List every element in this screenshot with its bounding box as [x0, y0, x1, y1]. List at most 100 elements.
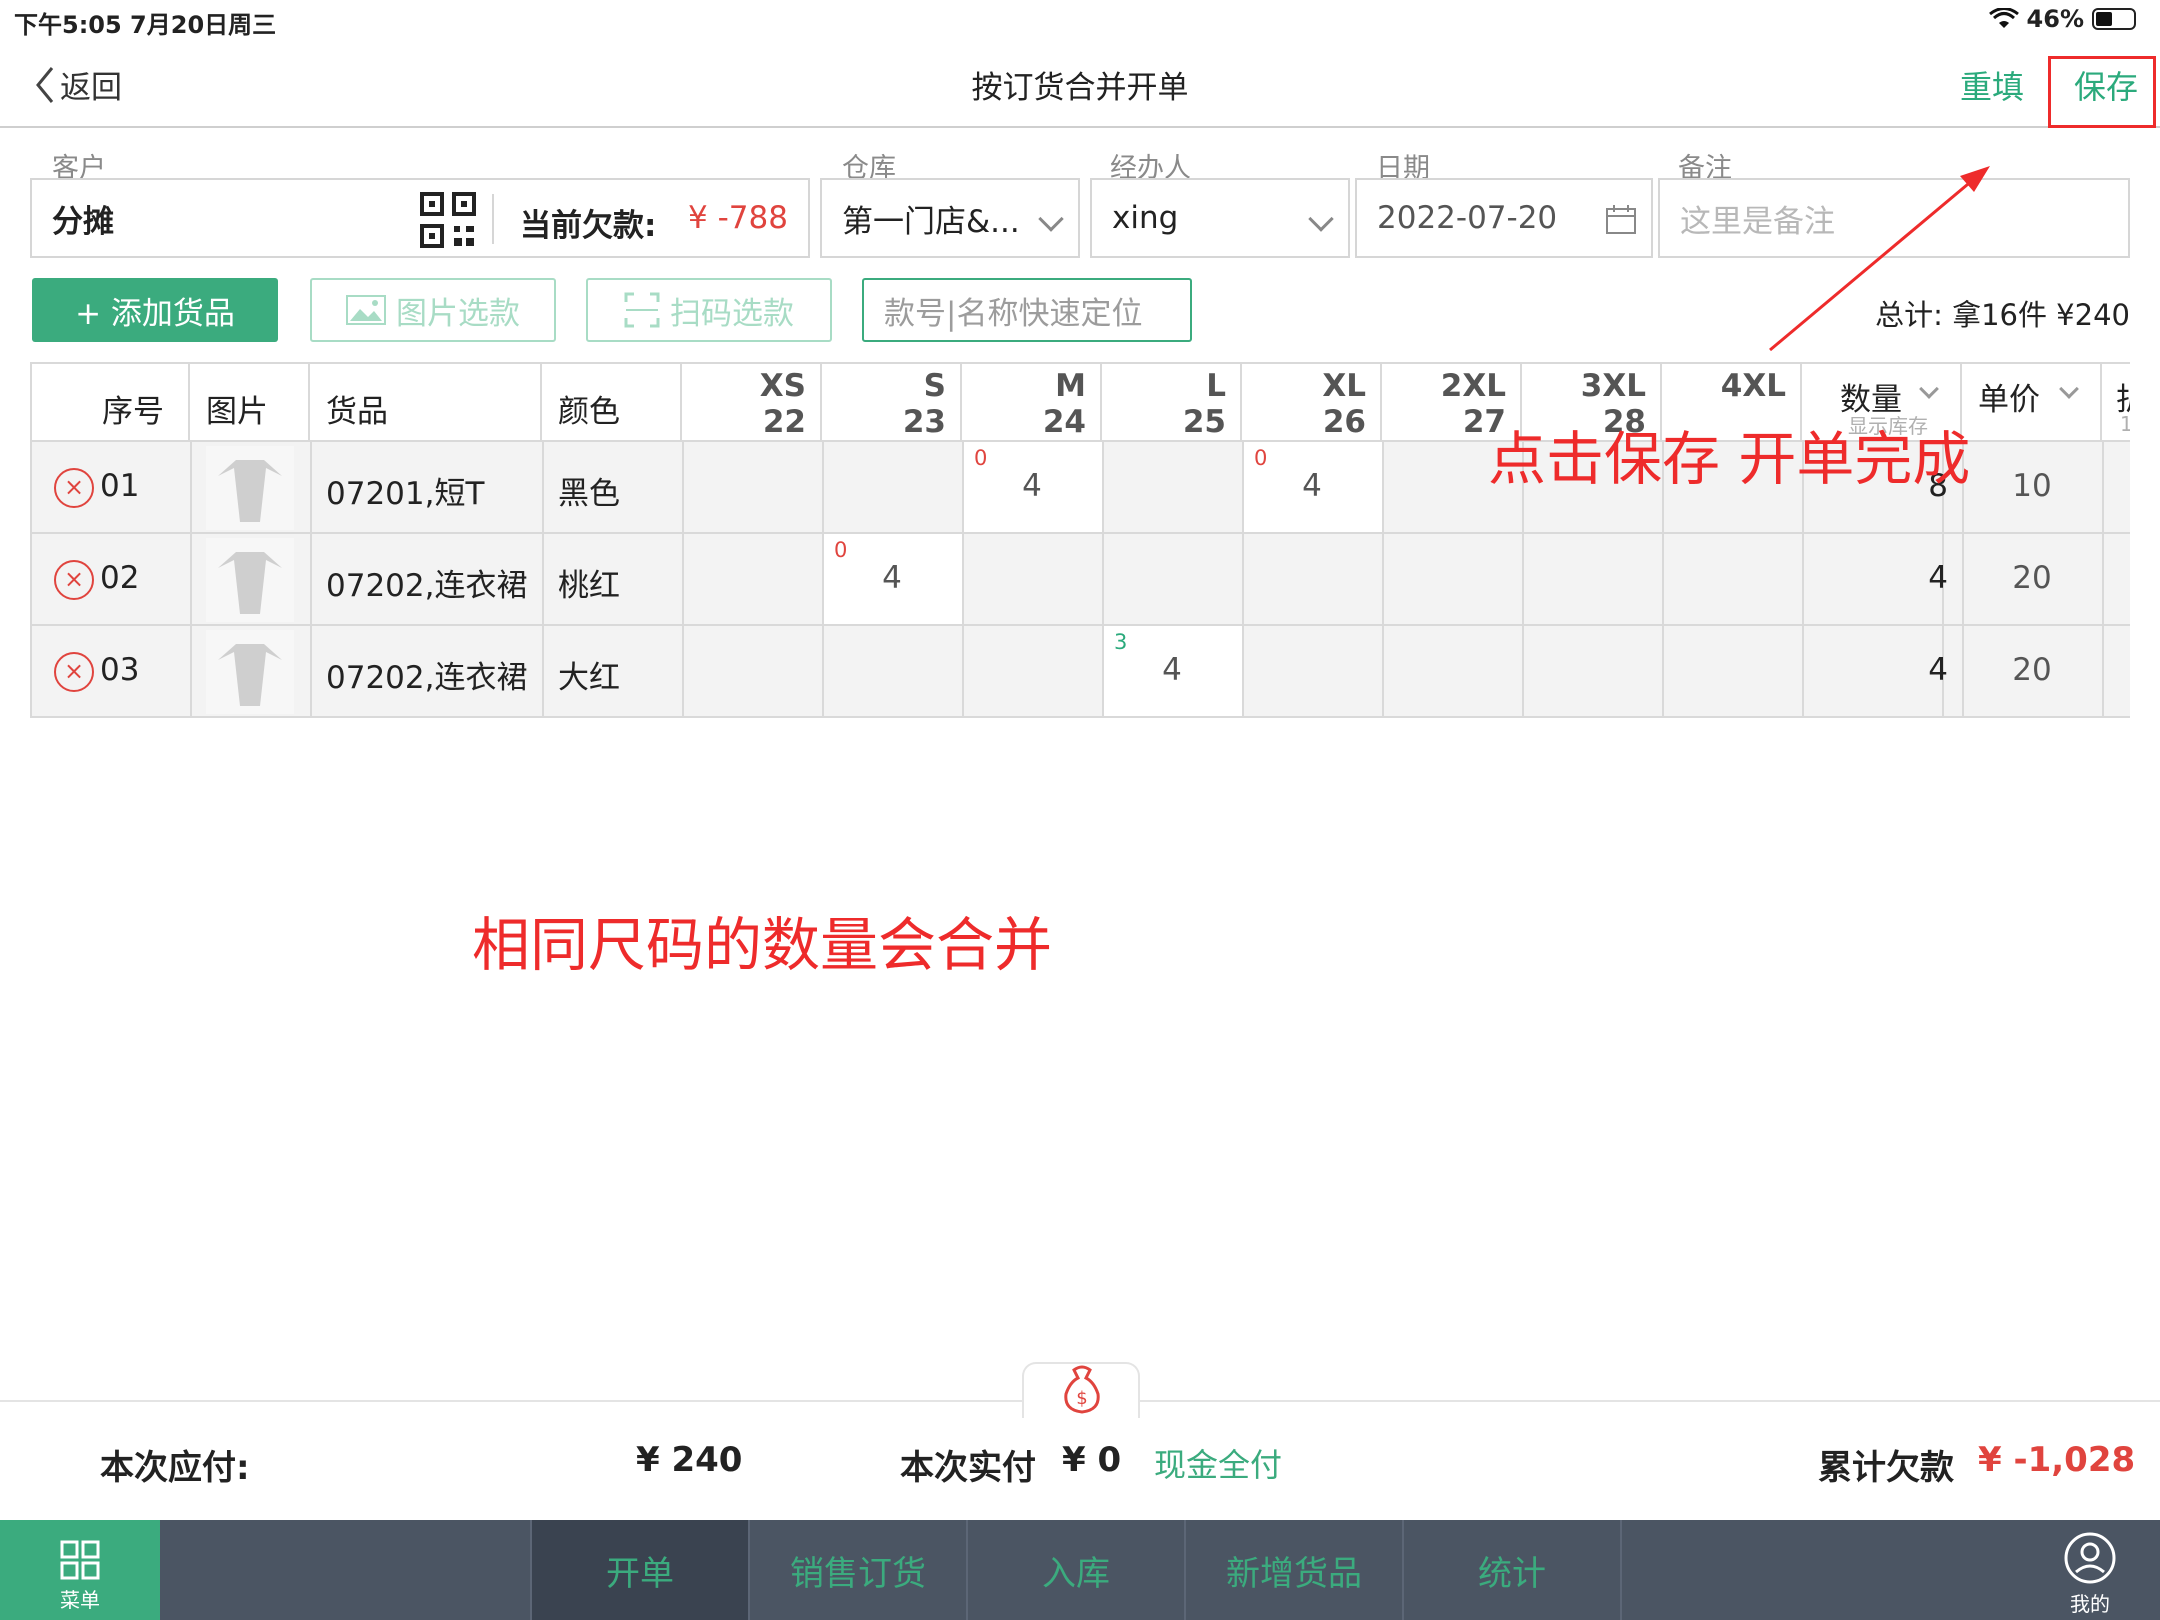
delete-row-icon[interactable]: × [54, 560, 94, 600]
size-qty-cell[interactable]: 04 [822, 534, 962, 624]
header-color: 颜色 [542, 362, 682, 442]
goods-color: 大红 [558, 660, 620, 696]
goods-thumbnail[interactable] [206, 446, 294, 530]
qty-value: 4 [882, 560, 902, 596]
total-debt-value: ¥ -1,028 [1978, 1440, 2136, 1480]
tab-stock-in[interactable]: 入库 [968, 1520, 1186, 1620]
header-size-4: XL 26 [1242, 362, 1382, 442]
nav-bar: 返回 按订货合并开单 重填 保存 [0, 40, 2160, 128]
payment-toggle[interactable]: $ [1022, 1362, 1140, 1418]
clothing-image [218, 460, 282, 522]
scan-icon [624, 292, 660, 328]
wifi-icon [1988, 8, 2019, 28]
tab-statistics[interactable]: 统计 [1404, 1520, 1622, 1620]
size-qty-cell[interactable]: 04 [962, 442, 1102, 532]
row-no: 03 [100, 652, 140, 688]
delete-row-icon[interactable]: × [54, 468, 94, 508]
quick-locate-placeholder: 款号|名称快速定位 [884, 295, 1143, 332]
svg-text:$: $ [1076, 1388, 1087, 1409]
row-price[interactable]: 20 [1962, 652, 2102, 688]
qty-value: 4 [1022, 468, 1042, 504]
stock-count: 3 [1114, 630, 1128, 654]
menu-label: 菜单 [60, 1588, 100, 1612]
status-time: 下午5:05 7月20日周三 [14, 11, 277, 39]
goods-thumbnail[interactable] [206, 538, 294, 622]
mine-button[interactable]: 我的 [2040, 1520, 2140, 1620]
size-qty-cell[interactable]: 34 [1102, 626, 1242, 716]
handler-select[interactable]: xing [1090, 178, 1350, 258]
header-price[interactable]: 单价 [1962, 362, 2102, 442]
qty-value: 4 [1302, 468, 1322, 504]
chevron-down-icon [1308, 206, 1334, 232]
chevron-down-icon [1919, 379, 1939, 399]
customer-field[interactable]: 分摊 当前欠款: ¥ -788 [30, 178, 810, 258]
menu-button[interactable]: 菜单 [0, 1520, 160, 1620]
goods-thumbnail[interactable] [206, 630, 294, 714]
mine-label: 我的 [2070, 1592, 2110, 1616]
handler-value: xing [1112, 200, 1179, 236]
picture-select-button[interactable]: 图片选款 [310, 278, 556, 342]
size-qty-cell[interactable]: 04 [1242, 442, 1382, 532]
row-qty: 4 [1928, 652, 1948, 688]
image-icon [346, 295, 386, 325]
paid-label: 本次实付 [900, 1448, 1036, 1488]
battery-percent: 46% [2026, 5, 2084, 33]
row-qty: 4 [1928, 560, 1948, 596]
quick-locate-input[interactable]: 款号|名称快速定位 [862, 278, 1192, 342]
status-bar: 下午5:05 7月20日周三 46% [0, 0, 2160, 40]
save-hint-annotation: 点击保存 开单完成 [1488, 425, 1971, 493]
grid-icon [60, 1540, 100, 1580]
date-field[interactable]: 2022-07-20 [1355, 178, 1653, 258]
payment-summary: $ 本次应付: ¥ 240 本次实付 ¥ 0 现金全付 累计欠款 ¥ -1,02… [0, 1362, 2160, 1520]
paid-value[interactable]: ¥ 0 [1062, 1440, 1121, 1480]
row-no: 01 [100, 468, 140, 504]
save-highlight-box [2048, 56, 2156, 128]
row-no: 02 [100, 560, 140, 596]
chevron-down-icon [1038, 206, 1064, 232]
header-size-1: S 23 [822, 362, 962, 442]
goods-name: 07202,连衣裙 [326, 568, 528, 604]
debt-label: 当前欠款: [520, 208, 657, 244]
header-image: 图片 [190, 362, 310, 442]
header-extra: 折 1 [2102, 362, 2130, 442]
header-goods: 货品 [310, 362, 542, 442]
row-price[interactable]: 20 [1962, 560, 2102, 596]
bottom-tab-bar: 菜单 开单 销售订货 入库 新增货品 统计 我的 [0, 1520, 2160, 1620]
goods-name: 07202,连衣裙 [326, 660, 528, 696]
battery-icon [2092, 8, 2136, 30]
goods-name: 07201,短T [326, 476, 485, 512]
header-no: 序号 [30, 362, 190, 442]
clothing-image [218, 552, 282, 614]
scan-select-button[interactable]: 扫码选款 [586, 278, 832, 342]
tab-sales-order[interactable]: 销售订货 [750, 1520, 968, 1620]
calendar-icon [1606, 205, 1636, 234]
stock-count: 0 [834, 538, 848, 562]
debt-value: ¥ -788 [688, 200, 788, 236]
picture-select-label: 图片选款 [396, 295, 520, 332]
payable-label: 本次应付: [100, 1448, 250, 1488]
reset-button[interactable]: 重填 [1960, 62, 2024, 108]
payable-value: ¥ 240 [636, 1440, 743, 1480]
header-size-0: XS 22 [682, 362, 822, 442]
date-value: 2022-07-20 [1377, 200, 1558, 236]
table-row: 04 × 02 07202,连衣裙 桃红 4 20 [30, 534, 2130, 626]
goods-color: 黑色 [558, 476, 620, 512]
user-icon [2064, 1532, 2116, 1584]
qr-code-icon[interactable] [420, 192, 476, 248]
tab-new-goods[interactable]: 新增货品 [1186, 1520, 1404, 1620]
add-goods-button[interactable]: + 添加货品 [32, 278, 278, 342]
delete-row-icon[interactable]: × [54, 652, 94, 692]
chevron-down-icon [2059, 379, 2079, 399]
arrow-annotation [1769, 166, 1990, 352]
row-price[interactable]: 10 [1962, 468, 2102, 504]
customer-value: 分摊 [52, 203, 114, 240]
table-row: 34 × 03 07202,连衣裙 大红 4 20 [30, 626, 2130, 718]
warehouse-value: 第一门店&... [842, 203, 1020, 240]
stock-count: 0 [974, 446, 988, 470]
tab-billing[interactable]: 开单 [532, 1520, 750, 1620]
cash-all-button[interactable]: 现金全付 [1154, 1440, 1282, 1486]
header-size-2: M 24 [962, 362, 1102, 442]
merge-hint-annotation: 相同尺码的数量会合并 [472, 911, 1053, 979]
warehouse-select[interactable]: 第一门店&... [820, 178, 1080, 258]
money-bag-icon: $ [1064, 1365, 1100, 1414]
